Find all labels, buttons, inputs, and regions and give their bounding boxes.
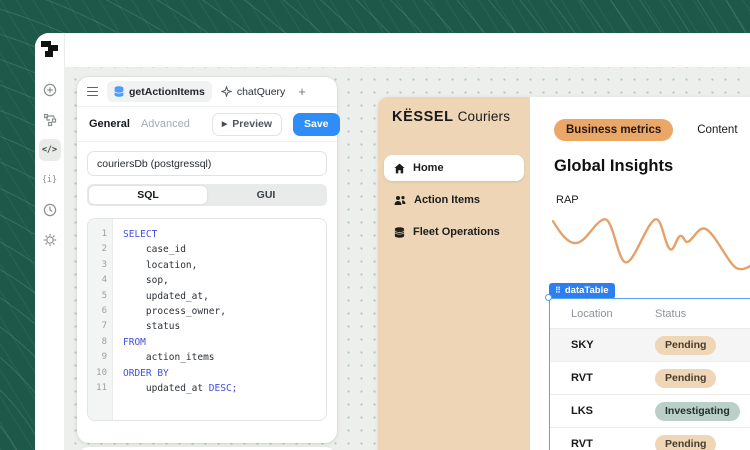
add-component-icon[interactable] xyxy=(39,79,61,101)
column-header-location[interactable]: Location xyxy=(550,308,655,320)
brand-suffix: Couriers xyxy=(458,109,511,124)
home-icon xyxy=(394,163,405,174)
app-content: Business metrics Content Global Insights… xyxy=(530,97,750,450)
code-gutter: 1234567891011 xyxy=(88,219,113,420)
table-row[interactable]: RVT Pending xyxy=(550,428,750,450)
code-lines[interactable]: SELECT case_id location, sop, updated_at… xyxy=(113,219,237,420)
play-icon: ▶ xyxy=(222,120,227,128)
app-preview-panel: KËSSEL Couriers Home xyxy=(378,97,750,450)
state-braces-icon[interactable]: {i} xyxy=(39,169,61,191)
tab-content[interactable]: Content xyxy=(697,124,737,136)
cell-location: RVT xyxy=(550,372,655,384)
toggle-gui[interactable]: GUI xyxy=(207,186,325,204)
preview-button[interactable]: ▶ Preview xyxy=(212,113,282,136)
table-row[interactable]: LKS Investigating xyxy=(550,395,750,428)
status-badge: Pending xyxy=(655,336,716,355)
cell-location: RVT xyxy=(550,438,655,450)
add-tab-button[interactable]: + xyxy=(298,84,306,99)
app-nav: Home Action Items xyxy=(384,155,524,245)
status-badge: Pending xyxy=(655,369,716,388)
query-settings-bar: General Advanced ▶ Preview Save xyxy=(77,107,337,142)
sql-gui-toggle: SQL GUI xyxy=(87,184,327,206)
table-header: Location Status xyxy=(550,299,750,329)
tab-label: chatQuery xyxy=(237,86,285,98)
datatable-widget: ⠿ dataTable Location Status SKY Pending xyxy=(549,280,750,450)
save-button[interactable]: Save xyxy=(293,113,340,136)
app-builder-window: </> {i} xyxy=(35,33,750,450)
database-icon xyxy=(114,86,124,97)
tab-advanced[interactable]: Advanced xyxy=(141,118,190,130)
menu-icon[interactable] xyxy=(87,87,98,97)
people-icon xyxy=(394,195,406,206)
table-row[interactable]: SKY Pending xyxy=(550,329,750,362)
tab-business-metrics[interactable]: Business metrics xyxy=(554,119,673,141)
query-editor-panel: getActionItems chatQuery + General Advan… xyxy=(77,77,337,443)
nav-item-fleet-operations[interactable]: Fleet Operations xyxy=(384,219,524,245)
editor-canvas[interactable]: getActionItems chatQuery + General Advan… xyxy=(65,67,750,450)
chart-label: RAP xyxy=(556,194,579,206)
workflow-icon[interactable] xyxy=(39,109,61,131)
nav-item-action-items[interactable]: Action Items xyxy=(384,187,524,213)
brand-logo: KËSSEL Couriers xyxy=(392,109,524,125)
settings-gear-icon[interactable] xyxy=(39,229,61,251)
history-clock-icon[interactable] xyxy=(39,199,61,221)
left-icon-rail: </> {i} xyxy=(35,33,65,450)
window-topbar xyxy=(65,33,750,67)
status-badge: Pending xyxy=(655,435,716,450)
resource-select[interactable]: couriersDb (postgressql) xyxy=(87,151,327,176)
selection-handle[interactable] xyxy=(545,294,552,301)
cell-location: SKY xyxy=(550,339,655,351)
page-title: Global Insights xyxy=(554,157,673,176)
tab-label: getActionItems xyxy=(129,86,205,98)
app-sidebar: KËSSEL Couriers Home xyxy=(378,97,530,450)
nav-item-home[interactable]: Home xyxy=(384,155,524,181)
query-tab-bar: getActionItems chatQuery + xyxy=(77,77,337,107)
table-row[interactable]: RVT Pending xyxy=(550,362,750,395)
sql-code-editor[interactable]: 1234567891011 SELECT case_id location, s… xyxy=(87,218,327,421)
sparkle-icon xyxy=(221,86,232,97)
tab-chatquery[interactable]: chatQuery xyxy=(221,86,285,98)
brand-name: KËSSEL xyxy=(392,109,454,125)
widget-tag[interactable]: ⠿ dataTable xyxy=(549,283,615,299)
rap-line-chart xyxy=(552,212,750,272)
cell-location: LKS xyxy=(550,405,655,417)
tab-general[interactable]: General xyxy=(89,118,130,130)
app-tabs: Business metrics Content xyxy=(554,119,738,141)
app-logo-icon xyxy=(41,41,58,58)
data-table: Location Status SKY Pending RVT Pending xyxy=(549,298,750,450)
drag-handle-icon[interactable]: ⠿ xyxy=(555,286,561,295)
database-stack-icon xyxy=(394,227,405,238)
tab-getactionitems[interactable]: getActionItems xyxy=(107,81,212,102)
code-editor-icon[interactable]: </> xyxy=(39,139,61,161)
column-header-status[interactable]: Status xyxy=(655,308,750,320)
toggle-sql[interactable]: SQL xyxy=(89,186,207,204)
status-badge: Investigating xyxy=(655,402,740,421)
